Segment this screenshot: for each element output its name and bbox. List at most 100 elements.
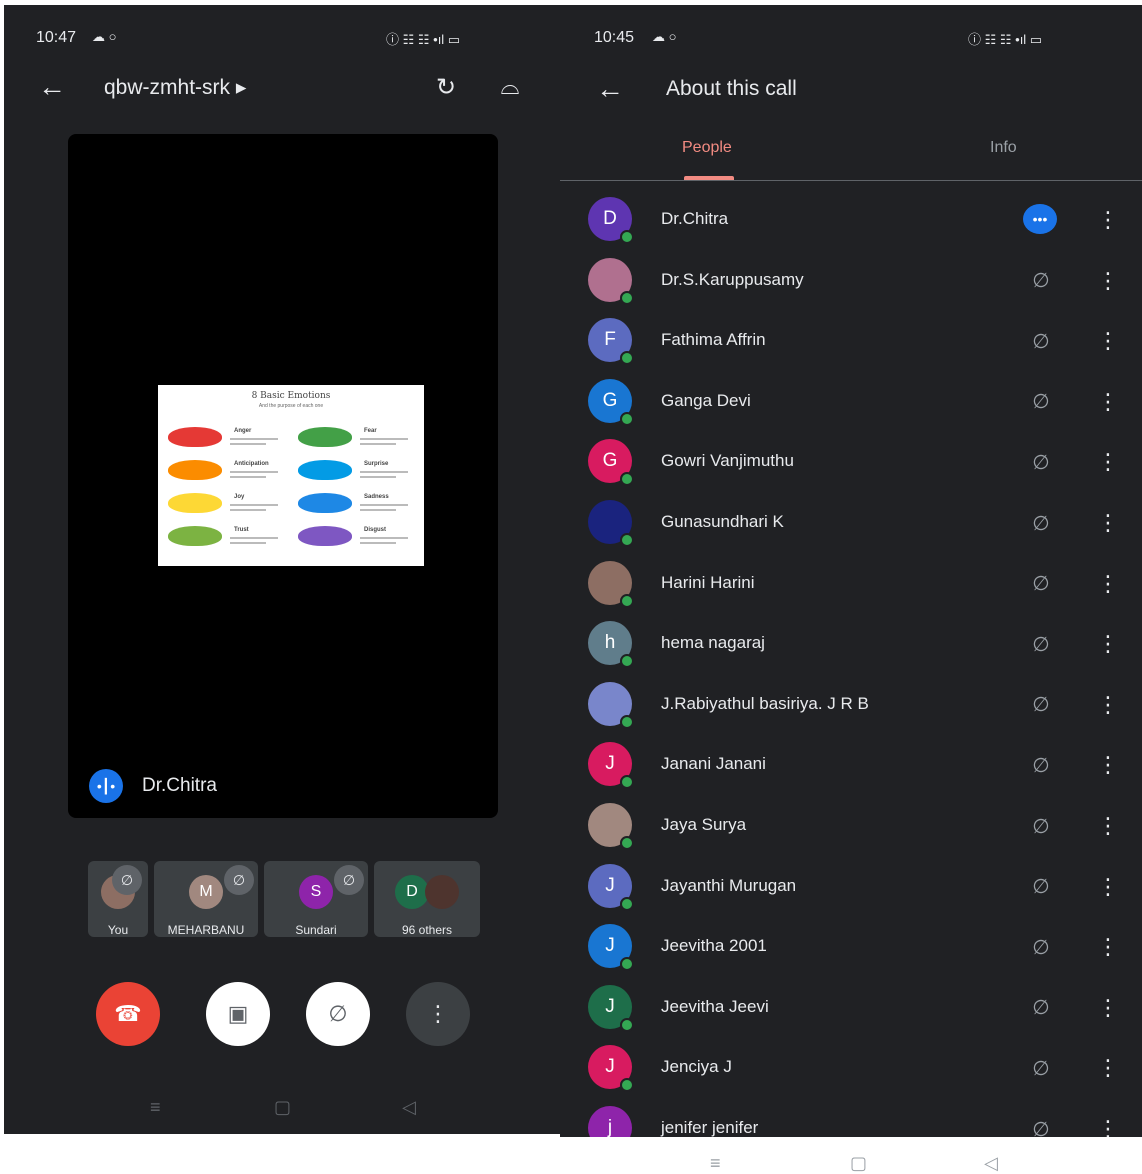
status-bar-notification-icons: ☁ ○ xyxy=(652,29,677,44)
switch-camera-icon[interactable]: ↻ xyxy=(430,71,462,103)
tab-info[interactable]: Info xyxy=(990,139,1017,157)
online-status-dot xyxy=(620,290,634,305)
call-screen: 10:47 ☁ ○ ⓘ ☷ ☷ •ıl ▭ ← qbw-zmht-srk ▸ ↻… xyxy=(4,5,560,1134)
online-status-dot xyxy=(620,836,634,850)
mic-off-icon: ∅ xyxy=(334,865,364,895)
participant-row[interactable]: J Janani Janani ∅ ⋮ xyxy=(560,735,1142,795)
avatar-photo xyxy=(425,875,459,909)
meeting-code[interactable]: qbw-zmht-srk ▸ xyxy=(104,75,246,100)
participant-row[interactable]: J Jenciya J ∅ ⋮ xyxy=(560,1038,1142,1098)
participant-row[interactable]: G Ganga Devi ∅ ⋮ xyxy=(560,372,1142,432)
more-options-icon[interactable]: ⋮ xyxy=(1094,1051,1122,1085)
more-options-icon[interactable]: ⋮ xyxy=(1094,991,1122,1025)
avatar: S xyxy=(299,875,333,909)
online-status-dot xyxy=(620,896,634,911)
participant-name: jenifer jenifer xyxy=(661,1118,759,1137)
tab-divider xyxy=(560,180,1142,181)
participant-row[interactable]: J Jeevitha 2001 ∅ ⋮ xyxy=(560,917,1142,977)
participant-tile-you[interactable]: ∅ You xyxy=(88,861,148,937)
emotion-description xyxy=(360,476,396,478)
participant-row[interactable]: J Jayanthi Murugan ∅ ⋮ xyxy=(560,857,1142,917)
participant-row[interactable]: F Fathima Affrin ∅ ⋮ xyxy=(560,311,1142,371)
participant-row[interactable]: J.Rabiyathul basiriya. J R B ∅ ⋮ xyxy=(560,675,1142,735)
participant-row[interactable]: Jaya Surya ∅ ⋮ xyxy=(560,796,1142,856)
online-status-dot xyxy=(620,1017,634,1032)
participant-tile-others[interactable]: D 96 others xyxy=(374,861,480,937)
emotion-description xyxy=(230,476,266,478)
emotion-blob xyxy=(168,460,222,480)
speaking-indicator-icon: ••• xyxy=(1023,204,1057,234)
emotion-label: Trust xyxy=(234,527,249,533)
emotion-description xyxy=(360,504,408,506)
speaking-indicator-icon: •┃• xyxy=(89,769,123,803)
mic-off-icon: ∅ xyxy=(1032,270,1050,293)
mic-off-button[interactable]: ∅ xyxy=(306,982,370,1046)
participant-row[interactable]: D Dr.Chitra ••• ⋮ xyxy=(560,190,1142,250)
mic-off-icon: ∅ xyxy=(112,865,142,895)
nav-home-icon[interactable]: ▢ xyxy=(850,1153,867,1174)
tab-people[interactable]: People xyxy=(682,139,732,157)
nav-recent-icon-outer[interactable]: ≡ xyxy=(710,1153,721,1174)
online-status-dot xyxy=(620,351,634,366)
participant-name: Janani Janani xyxy=(661,754,766,774)
emotion-description xyxy=(360,443,396,445)
camera-off-button[interactable]: ▣ xyxy=(206,982,270,1046)
more-options-icon[interactable]: ⋮ xyxy=(1094,324,1122,358)
emotion-description xyxy=(230,504,278,506)
nav-back-icon[interactable]: ◁ xyxy=(402,1097,416,1118)
headphones-icon[interactable]: ⌓ xyxy=(494,71,526,103)
online-status-dot xyxy=(620,775,634,790)
participant-row[interactable]: J Jeevitha Jeevi ∅ ⋮ xyxy=(560,978,1142,1038)
more-options-icon[interactable]: ⋮ xyxy=(1094,1112,1122,1137)
end-call-button[interactable]: ☎ xyxy=(96,982,160,1046)
emotion-description xyxy=(360,471,408,473)
slide-subtitle: And the purpose of each one xyxy=(258,403,324,409)
more-options-icon[interactable]: ⋮ xyxy=(1094,203,1122,237)
participant-row[interactable]: Dr.S.Karuppusamy ∅ ⋮ xyxy=(560,251,1142,311)
more-options-icon[interactable]: ⋮ xyxy=(1094,870,1122,904)
more-options-icon[interactable]: ⋮ xyxy=(1094,506,1122,540)
mic-off-icon: ∅ xyxy=(1032,451,1050,474)
more-options-icon[interactable]: ⋮ xyxy=(1094,445,1122,479)
more-options-icon[interactable]: ⋮ xyxy=(1094,627,1122,661)
participant-name: Gowri Vanjimuthu xyxy=(661,451,794,471)
participant-row[interactable]: Harini Harini ∅ ⋮ xyxy=(560,554,1142,614)
online-status-dot xyxy=(620,593,634,608)
more-options-icon[interactable]: ⋮ xyxy=(1094,930,1122,964)
participant-row[interactable]: Gunasundhari K ∅ ⋮ xyxy=(560,493,1142,553)
online-status-dot xyxy=(620,714,634,729)
back-arrow-icon[interactable]: ← xyxy=(596,73,624,105)
more-options-icon[interactable]: ⋮ xyxy=(1094,264,1122,298)
more-options-icon[interactable]: ⋮ xyxy=(1094,748,1122,782)
participant-name: hema nagaraj xyxy=(661,633,765,653)
tile-label: MEHARBANU xyxy=(167,923,245,937)
more-options-button[interactable]: ⋮ xyxy=(406,982,470,1046)
more-options-icon[interactable]: ⋮ xyxy=(1094,688,1122,722)
status-bar-notification-icons: ☁ ○ xyxy=(92,29,117,44)
participant-name: Ganga Devi xyxy=(661,390,751,410)
mic-off-icon: ∅ xyxy=(1032,512,1050,535)
emotion-description xyxy=(230,537,278,539)
emotion-label: Anticipation xyxy=(234,461,269,467)
emotion-label: Anger xyxy=(234,428,252,434)
participant-tile-meharbanu[interactable]: M ∅ MEHARBANU xyxy=(154,861,258,937)
more-options-icon[interactable]: ⋮ xyxy=(1094,567,1122,601)
emotion-label: Fear xyxy=(364,428,377,434)
tile-label: 96 others xyxy=(401,923,453,937)
more-options-icon[interactable]: ⋮ xyxy=(1094,385,1122,419)
participant-name: Jeevitha Jeevi xyxy=(661,996,769,1016)
participant-name: Fathima Affrin xyxy=(661,330,766,350)
nav-back-icon[interactable]: ◁ xyxy=(984,1153,998,1174)
participant-tile-sundari[interactable]: S ∅ Sundari xyxy=(264,861,368,937)
mic-off-icon: ∅ xyxy=(1032,573,1050,596)
back-arrow-icon[interactable]: ← xyxy=(38,71,66,103)
participant-name: Jenciya J xyxy=(661,1057,732,1077)
participant-row[interactable]: G Gowri Vanjimuthu ∅ ⋮ xyxy=(560,432,1142,492)
online-status-dot xyxy=(620,957,634,972)
participant-row[interactable]: h hema nagaraj ∅ ⋮ xyxy=(560,614,1142,674)
online-status-dot xyxy=(620,533,634,547)
nav-home-icon[interactable]: ▢ xyxy=(274,1097,291,1118)
nav-recent-icon[interactable]: ≡ xyxy=(150,1097,161,1118)
participant-row[interactable]: j jenifer jenifer ∅ ⋮ xyxy=(560,1099,1142,1137)
more-options-icon[interactable]: ⋮ xyxy=(1094,809,1122,843)
